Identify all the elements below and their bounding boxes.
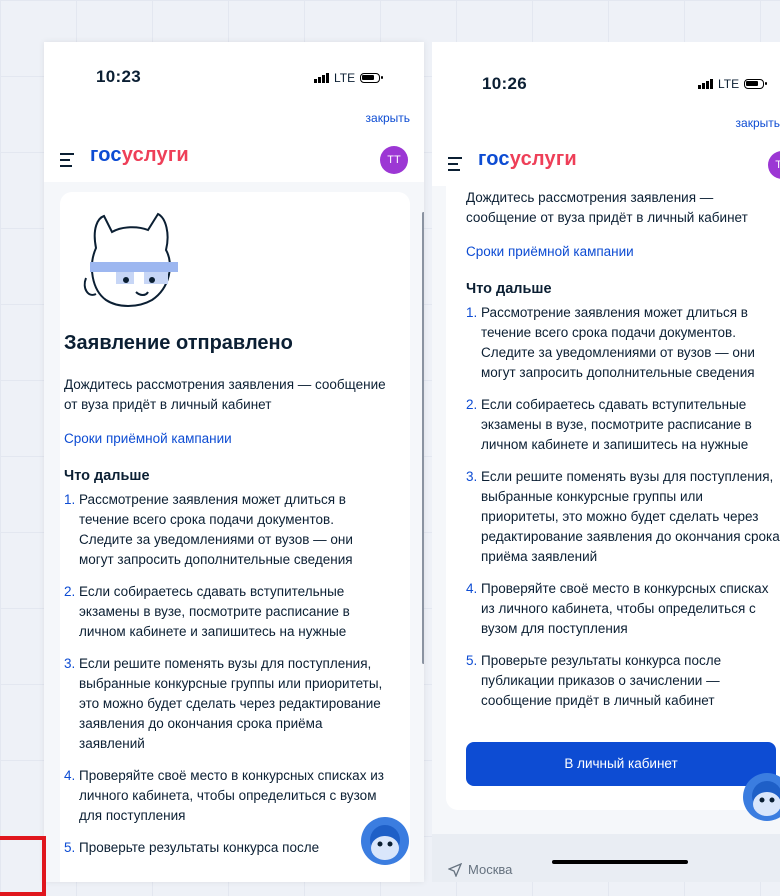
footer: Москва (432, 834, 780, 882)
personal-account-button[interactable]: В личный кабинет (466, 742, 776, 786)
logo-part-gos: гос (478, 148, 510, 170)
page-title: Заявление отправлено (64, 332, 293, 354)
list-item: 5. Проверьте результаты конкурса после пу… (466, 653, 722, 708)
status-time: 10:26 (482, 74, 527, 93)
network-status: LTE (698, 77, 768, 91)
close-link[interactable]: закрыть (736, 116, 780, 130)
close-link[interactable]: закрыть (366, 111, 410, 125)
status-message: Дождитесь рассмотрения заявления — сообщ… (64, 377, 386, 412)
avatar[interactable]: ТТ (768, 151, 780, 179)
close-bar: закрыть (432, 112, 780, 138)
status-message: Дождитесь рассмотрения заявления — сообщ… (466, 190, 748, 225)
robot-assistant-icon[interactable] (742, 772, 780, 822)
battery-icon (744, 79, 768, 89)
success-content: Дождитесь рассмотрения заявления — сообщ… (466, 188, 780, 723)
avatar[interactable]: ТТ (380, 146, 408, 174)
list-item: 2. Если собираетесь сдавать вступительные… (64, 584, 350, 639)
admission-dates-link[interactable]: Сроки приёмной кампании (466, 244, 780, 259)
location[interactable]: Москва (448, 862, 512, 877)
battery-icon (360, 73, 384, 83)
close-bar: закрыть (44, 108, 424, 134)
list-item: 1. Рассмотрение заявления может длиться в… (466, 305, 755, 380)
next-steps-list: 1. Рассмотрение заявления может длиться в… (466, 303, 780, 711)
signal-icon (314, 73, 329, 83)
network-type: LTE (334, 71, 356, 85)
list-item: 4. Проверяйте своё место в конкурсных спи… (466, 581, 769, 636)
list-item: 5. Проверьте результаты конкурса после (64, 840, 320, 855)
right-phone-screen: 10:26 LTE закрыть госуслуги ТТ Дождитесь… (432, 42, 780, 882)
app-header: госуслуги ТТ (432, 138, 780, 186)
admission-dates-link[interactable]: Сроки приёмной кампании (64, 431, 389, 446)
home-indicator[interactable] (552, 860, 688, 864)
status-bar: 10:23 LTE (44, 42, 424, 112)
logo-part-gos: гос (90, 144, 122, 166)
status-time: 10:23 (96, 67, 141, 86)
next-steps-heading: Что дальше (64, 468, 150, 484)
list-item: 3. Если решите поменять вузы для поступле… (466, 469, 780, 564)
list-item: 2. Если собираетесь сдавать вступительные… (466, 397, 752, 452)
gosuslugi-logo[interactable]: госуслуги (90, 144, 189, 167)
highlight-frame (0, 836, 46, 896)
list-item: 4. Проверяйте своё место в конкурсных спи… (64, 768, 384, 823)
list-item: 3. Если решите поменять вузы для поступле… (64, 656, 383, 751)
scrollbar[interactable] (422, 212, 424, 664)
next-steps-heading: Что дальше (466, 281, 552, 297)
success-content: Заявление отправлено Дождитесь рассмотре… (64, 332, 389, 870)
network-type: LTE (718, 77, 740, 91)
location-name: Москва (468, 862, 513, 877)
network-status: LTE (314, 71, 384, 85)
gosuslugi-logo[interactable]: госуслуги (478, 148, 577, 171)
menu-icon[interactable] (60, 153, 74, 171)
logo-part-uslugi: услуги (121, 144, 189, 166)
next-steps-list: 1. Рассмотрение заявления может длиться в… (64, 490, 389, 858)
logo-part-uslugi: услуги (509, 148, 577, 170)
location-arrow-icon (448, 862, 462, 877)
signal-icon (698, 79, 713, 89)
list-item: 1. Рассмотрение заявления может длиться в… (64, 492, 353, 567)
menu-icon[interactable] (448, 157, 462, 175)
app-header: госуслуги ТТ (44, 134, 424, 182)
cat-mascot-icon (83, 212, 178, 307)
robot-assistant-icon[interactable] (360, 816, 410, 866)
status-bar: 10:26 LTE (432, 42, 780, 112)
left-phone-screen: 10:23 LTE закрыть госуслуги ТТ Заявление… (44, 42, 424, 882)
